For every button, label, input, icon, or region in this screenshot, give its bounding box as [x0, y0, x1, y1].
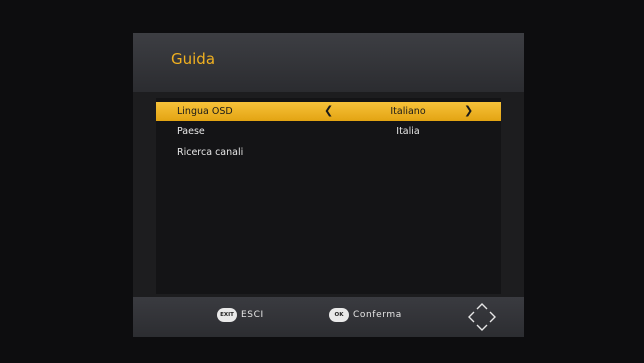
page-title: Guida — [171, 50, 216, 68]
ok-key-label: Conferma — [353, 310, 402, 320]
menu-item-value: Italia — [396, 126, 420, 137]
ok-key-icon[interactable]: OK — [329, 308, 349, 322]
chevron-left-icon[interactable]: ❮ — [324, 104, 333, 117]
chevron-right-icon[interactable]: ❯ — [464, 104, 473, 117]
setup-guide-panel: Guida Lingua OSD ❮ Italiano ❯ Paese Ital… — [133, 33, 524, 337]
panel-header: Guida — [133, 33, 524, 92]
tv-screen: Guida Lingua OSD ❮ Italiano ❯ Paese Ital… — [0, 0, 644, 363]
menu-item-label: Ricerca canali — [177, 147, 244, 158]
settings-menu: Lingua OSD ❮ Italiano ❯ Paese Italia Ric… — [156, 98, 501, 294]
directional-pad-icon — [468, 303, 496, 331]
menu-item-channel-search[interactable]: Ricerca canali — [156, 143, 501, 162]
menu-item-label: Lingua OSD — [177, 106, 233, 117]
exit-key-label: ESCI — [241, 310, 264, 320]
menu-item-value: Italiano — [390, 106, 426, 117]
menu-item-country[interactable]: Paese Italia — [156, 122, 501, 141]
exit-key-icon[interactable]: EXIT — [217, 308, 237, 322]
key-hint-bar: EXIT ESCI OK Conferma — [133, 297, 524, 337]
menu-item-label: Paese — [177, 126, 205, 137]
menu-item-osd-language[interactable]: Lingua OSD ❮ Italiano ❯ — [156, 102, 501, 121]
